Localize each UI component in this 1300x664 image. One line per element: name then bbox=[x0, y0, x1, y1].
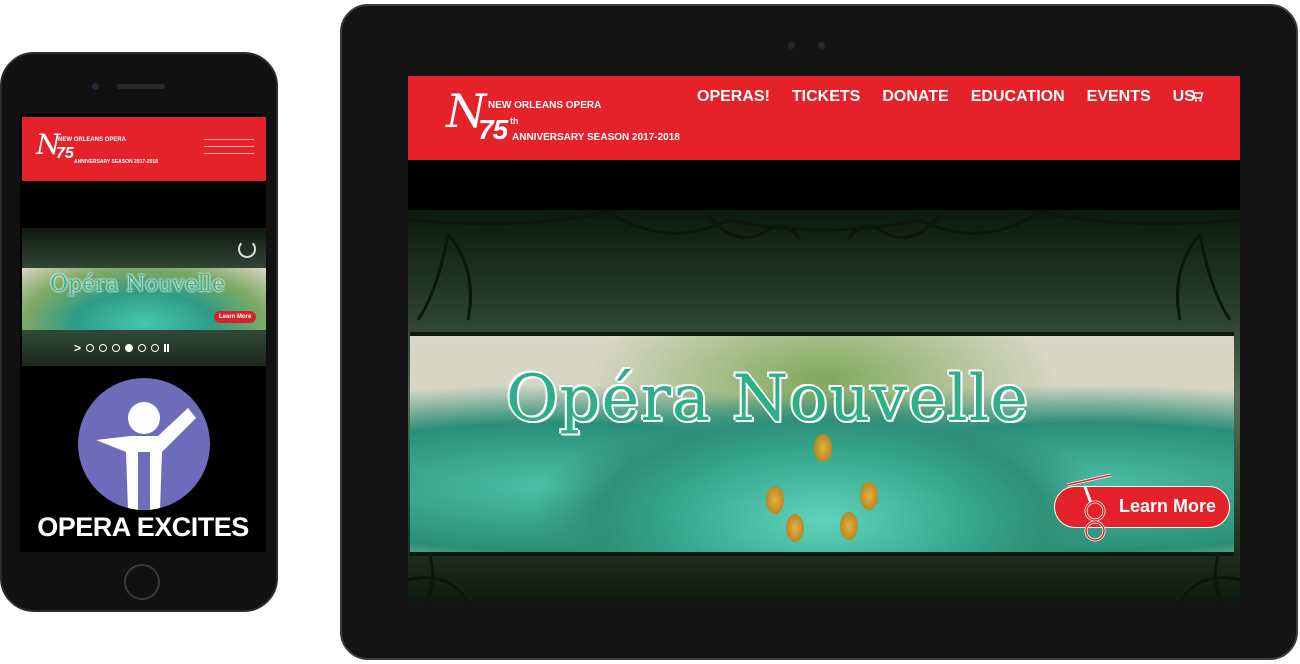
person-cheering-icon[interactable] bbox=[78, 378, 210, 510]
phone-screen: N NEW ORLEANS OPERA 75 ANNIVERSARY SEASO… bbox=[20, 114, 266, 552]
loading-spinner-icon bbox=[238, 240, 256, 258]
learn-more-label: Learn More bbox=[1119, 496, 1217, 516]
logo-anniversary-number: 75 bbox=[56, 145, 74, 162]
mobile-slide-image[interactable]: Opéra Nouvelle Learn More bbox=[22, 268, 266, 330]
flower-stamen bbox=[786, 514, 804, 542]
mobile-slider: Opéra Nouvelle Learn More > bbox=[22, 228, 266, 366]
hero-slider: Opéra Nouvelle Learn More bbox=[408, 210, 1240, 602]
tablet-screen: N NEW ORLEANS OPERA 75 th ANNIVERSARY SE… bbox=[408, 76, 1240, 602]
nav-events[interactable]: EVENTS bbox=[1087, 88, 1151, 106]
nav-tickets[interactable]: TICKETS bbox=[792, 88, 860, 106]
phone-speaker bbox=[117, 84, 165, 89]
slider-next-arrow[interactable]: > bbox=[74, 341, 81, 355]
nav-operas[interactable]: OPERAS! bbox=[697, 88, 770, 106]
tablet-sensor bbox=[818, 42, 825, 49]
slider-pagination: > bbox=[74, 341, 170, 355]
slider-dot[interactable] bbox=[138, 344, 147, 352]
logo-org-name: NEW ORLEANS OPERA bbox=[488, 100, 602, 111]
mobile-header: N NEW ORLEANS OPERA 75 ANNIVERSARY SEASO… bbox=[22, 117, 266, 181]
site-header: N NEW ORLEANS OPERA 75 th ANNIVERSARY SE… bbox=[408, 76, 1240, 160]
opera-glasses-icon bbox=[1066, 473, 1112, 542]
slider-dot[interactable] bbox=[112, 344, 121, 352]
main-nav: OPERAS! TICKETS DONATE EDUCATION EVENTS … bbox=[697, 88, 1195, 106]
hero-slide-title: Opéra Nouvelle bbox=[506, 362, 1029, 436]
mobile-slide-title: Opéra Nouvelle bbox=[50, 272, 225, 297]
cart-icon[interactable] bbox=[1190, 89, 1204, 103]
phone-camera bbox=[92, 83, 99, 90]
phone-device: N NEW ORLEANS OPERA 75 ANNIVERSARY SEASO… bbox=[0, 52, 278, 612]
slider-dot[interactable] bbox=[99, 344, 108, 352]
nav-donate[interactable]: DONATE bbox=[882, 88, 948, 106]
flower-stamen bbox=[860, 482, 878, 510]
logo-ordinal: th bbox=[510, 116, 519, 126]
logo-org-name: NEW ORLEANS OPERA bbox=[58, 137, 127, 143]
learn-more-button[interactable]: Learn More bbox=[1054, 473, 1230, 542]
slider-dot[interactable] bbox=[86, 344, 95, 352]
flower-stamen bbox=[766, 486, 784, 514]
logo-season: ANNIVERSARY SEASON 2017-2018 bbox=[512, 132, 680, 143]
tablet-camera bbox=[788, 42, 795, 49]
flower-stamen bbox=[814, 434, 832, 462]
opera-excites-label[interactable]: OPERA EXCITES bbox=[20, 512, 266, 543]
hero-slide-image[interactable]: Opéra Nouvelle Learn More bbox=[410, 332, 1234, 556]
flower-stamen bbox=[840, 512, 858, 540]
phone-home-button bbox=[124, 564, 160, 600]
logo-season: ANNIVERSARY SEASON 2017-2018 bbox=[74, 159, 158, 165]
nav-education[interactable]: EDUCATION bbox=[971, 88, 1065, 106]
slider-dot[interactable] bbox=[151, 344, 160, 352]
slider-dot-active[interactable] bbox=[125, 344, 134, 352]
hamburger-menu-icon[interactable] bbox=[204, 139, 254, 160]
tablet-device: N NEW ORLEANS OPERA 75 th ANNIVERSARY SE… bbox=[340, 4, 1298, 660]
mobile-learn-more-button[interactable]: Learn More bbox=[214, 311, 257, 323]
logo-anniversary-number: 75 bbox=[478, 114, 508, 145]
slider-pause-icon[interactable] bbox=[164, 344, 170, 352]
